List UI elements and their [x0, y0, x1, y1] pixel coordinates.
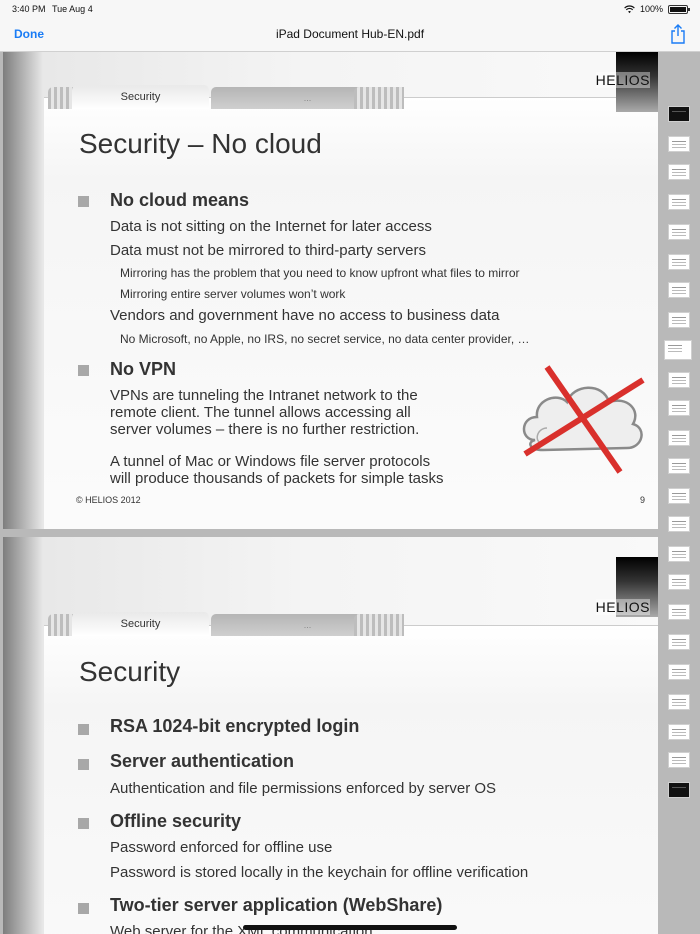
- thumbnail[interactable]: [668, 664, 690, 680]
- document-title: iPad Document Hub-EN.pdf: [275, 27, 425, 41]
- sub-bullet-text: No Microsoft, no Apple, no IRS, no secre…: [120, 332, 530, 346]
- helios-logo: HELIOS: [595, 72, 650, 88]
- thumbnail[interactable]: [668, 194, 690, 210]
- slide-tab-row: Security ...: [44, 612, 404, 636]
- thumbnail[interactable]: [668, 430, 690, 446]
- thumbnail[interactable]: [668, 752, 690, 768]
- bullet-square: [78, 818, 89, 829]
- bullet-square: [78, 759, 89, 770]
- bullet-heading: Two-tier server application (WebShare): [110, 895, 443, 915]
- thumbnail[interactable]: [668, 574, 690, 590]
- slide-tab-security: Security: [72, 85, 209, 109]
- battery-icon: [668, 4, 690, 14]
- thumbnail[interactable]: [668, 634, 690, 650]
- helios-logo: HELIOS: [595, 599, 650, 615]
- sub-bullet-text: Mirroring entire server volumes won’t wo…: [120, 287, 346, 301]
- thumbnail[interactable]: [668, 164, 690, 180]
- thumbnail[interactable]: [668, 488, 690, 504]
- thumbnail[interactable]: [668, 724, 690, 740]
- bullet-text: Data is not sitting on the Internet for …: [110, 218, 432, 235]
- thumbnail[interactable]: [668, 400, 690, 416]
- slide-tab-row: Security ...: [44, 85, 404, 109]
- thumbnail[interactable]: [668, 224, 690, 240]
- bullet-square: [78, 196, 89, 207]
- bullet-text: will produce thousands of packets for si…: [110, 470, 444, 487]
- no-cloud-illustration: [522, 365, 645, 474]
- thumbnail[interactable]: [668, 516, 690, 532]
- sub-bullet-text: Mirroring has the problem that you need …: [120, 266, 520, 280]
- slide-page-number: 9: [640, 495, 646, 505]
- thumbnail-current[interactable]: [664, 340, 692, 360]
- home-indicator[interactable]: [243, 925, 457, 930]
- bullet-text: Vendors and government have no access to…: [110, 307, 500, 324]
- bullet-heading: Server authentication: [110, 751, 295, 771]
- bullet-heading: Offline security: [110, 811, 242, 831]
- bullet-text: Data must not be mirrored to third-party…: [110, 242, 426, 259]
- thumbnail[interactable]: [668, 282, 690, 298]
- slide-heading: Security – No cloud: [79, 128, 322, 159]
- pdf-page-10[interactable]: Security ... HELIOS Security RSA 1024-bi…: [3, 537, 658, 934]
- page-thumbnail-strip[interactable]: [664, 100, 694, 800]
- bullet-square: [78, 365, 89, 376]
- thumbnail[interactable]: [668, 458, 690, 474]
- pdf-page-9[interactable]: Security ... HELIOS Security – No cloud …: [3, 52, 658, 529]
- bullet-heading: No cloud means: [110, 190, 250, 210]
- thumbnail[interactable]: [668, 546, 690, 562]
- thumbnail[interactable]: [668, 254, 690, 270]
- slide-footer: © HELIOS 2012: [76, 495, 141, 505]
- bullet-text: server volumes – there is no further res…: [110, 421, 420, 438]
- share-icon[interactable]: [670, 24, 686, 44]
- wifi-icon: [624, 5, 635, 13]
- thumbnail[interactable]: [668, 694, 690, 710]
- slide-heading: Security: [79, 656, 181, 687]
- status-bar: 3:40 PM Tue Aug 4 100%: [0, 0, 700, 18]
- bullet-text: A tunnel of Mac or Windows file server p…: [110, 453, 431, 470]
- bullet-square: [78, 724, 89, 735]
- bullet-text: Password enforced for offline use: [110, 839, 333, 856]
- thumbnail[interactable]: [668, 106, 690, 122]
- battery-percent: 100%: [639, 4, 663, 14]
- status-date: Tue Aug 4: [52, 4, 93, 14]
- status-time: 3:40 PM: [12, 4, 46, 14]
- navigation-bar: Done iPad Document Hub-EN.pdf: [0, 18, 700, 52]
- bullet-heading: No VPN: [110, 359, 177, 379]
- bullet-square: [78, 903, 89, 914]
- bullet-heading: RSA 1024-bit encrypted login: [110, 716, 360, 736]
- bullet-text: VPNs are tunneling the Intranet network …: [110, 387, 418, 404]
- bullet-text: Authentication and file permissions enfo…: [110, 780, 497, 797]
- thumbnail[interactable]: [668, 782, 690, 798]
- slide-tab-security: Security: [72, 612, 209, 636]
- thumbnail[interactable]: [668, 136, 690, 152]
- thumbnail[interactable]: [668, 312, 690, 328]
- bullet-text: remote client. The tunnel allows accessi…: [110, 404, 411, 421]
- thumbnail[interactable]: [668, 604, 690, 620]
- status-right: 100%: [624, 4, 690, 14]
- bullet-text: Password is stored locally in the keycha…: [110, 864, 529, 881]
- thumbnail[interactable]: [668, 372, 690, 388]
